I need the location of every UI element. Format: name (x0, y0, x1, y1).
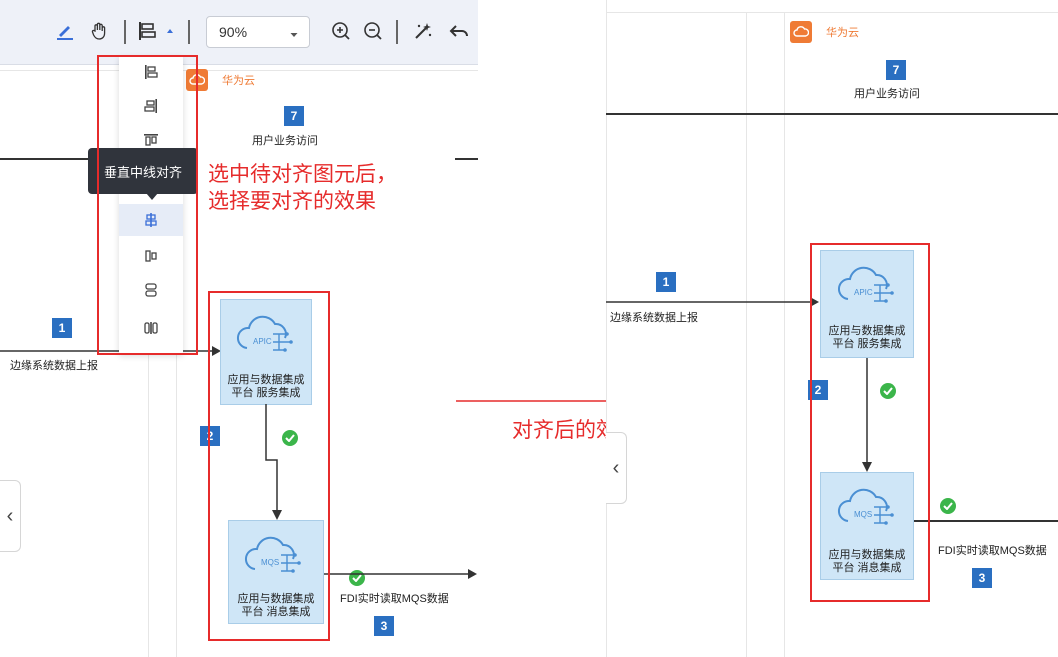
cloud-icon (790, 21, 812, 43)
toolbar-separator (124, 20, 126, 44)
magic-wand-icon[interactable] (410, 18, 436, 44)
connector-line (455, 158, 478, 160)
grid-line (606, 12, 1058, 13)
connector-line (914, 520, 1058, 522)
zoom-value: 90% (219, 24, 248, 40)
connector-line (0, 158, 90, 160)
instruction-line2: 选择要对齐的效果 (208, 189, 376, 213)
connector-line (606, 113, 1058, 115)
toolbar-separator (396, 20, 398, 44)
collapse-panel-tab[interactable]: ‹ (0, 480, 21, 552)
chevron-left-icon: ‹ (612, 456, 620, 479)
connector-arrow (324, 569, 477, 579)
collapse-panel-tab[interactable]: ‹ (606, 432, 627, 504)
zoom-select[interactable]: 90% (206, 16, 310, 48)
zoom-in-icon[interactable] (328, 18, 354, 44)
grid-line (606, 0, 607, 657)
pan-hand-icon[interactable] (86, 18, 112, 44)
dropdown-caret-icon[interactable] (162, 18, 178, 44)
connector-arrow (606, 297, 819, 307)
step7-badge: 7 (886, 60, 906, 80)
highlight-box (208, 291, 330, 641)
highlight-pen-icon[interactable] (52, 18, 78, 44)
cloud-name: 华为云 (826, 27, 859, 39)
step1-badge: 1 (656, 272, 676, 292)
toolbar: 90% (0, 0, 478, 65)
highlight-box (97, 55, 198, 355)
undo-icon[interactable] (446, 18, 472, 44)
instruction-line1: 选中待对齐图元后， (208, 162, 397, 186)
grid-line (784, 12, 785, 657)
step3-badge: 3 (374, 616, 394, 636)
align-icon[interactable] (134, 18, 160, 44)
highlight-box (810, 243, 930, 602)
zoom-out-icon[interactable] (360, 18, 386, 44)
cloud-name: 华为云 (222, 75, 255, 87)
chevron-down-icon (289, 27, 299, 43)
step7-label: 用户业务访问 (252, 135, 318, 147)
step7-label: 用户业务访问 (854, 88, 920, 100)
step3-badge: 3 (972, 568, 992, 588)
toolbar-separator (188, 20, 190, 44)
step3-label: FDI实时读取MQS数据 (938, 545, 1047, 557)
step1-label: 边缘系统数据上报 (610, 312, 698, 324)
step3-label: FDI实时读取MQS数据 (340, 593, 449, 605)
huawei-cloud-tab: 华为云 (790, 20, 859, 44)
step7-badge: 7 (284, 106, 304, 126)
step1-badge: 1 (52, 318, 72, 338)
step3-label-clip: FDI实时读取MQS数据 (938, 542, 1058, 558)
step1-label: 边缘系统数据上报 (10, 360, 98, 372)
grid-line (746, 12, 747, 657)
chevron-left-icon: ‹ (6, 504, 14, 527)
instruction-annotation: 选中待对齐图元后， 选择要对齐的效果 (208, 161, 397, 215)
status-check-icon (940, 498, 956, 514)
